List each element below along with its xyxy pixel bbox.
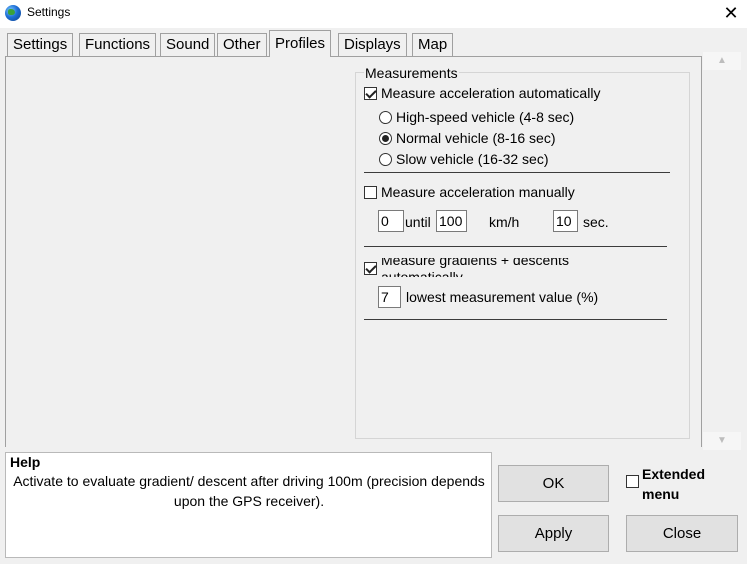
measurements-group: [355, 72, 690, 439]
gradients-label-line1: Measure gradients + descents: [381, 258, 569, 268]
extended-menu-label[interactable]: Extended menu: [642, 464, 722, 504]
close-icon[interactable]: ✕: [718, 2, 744, 24]
radio-slow[interactable]: [379, 153, 392, 166]
window-title: Settings: [27, 5, 71, 19]
gradients-checkbox[interactable]: [364, 262, 377, 275]
gradients-label-line2: automatically: [381, 269, 463, 277]
measurements-group-title: Measurements: [364, 65, 459, 81]
scroll-up-icon[interactable]: ▲: [703, 52, 741, 70]
manual-accel-label[interactable]: Measure acceleration manually: [381, 184, 575, 200]
tab-profiles[interactable]: Profiles: [269, 30, 332, 57]
help-text: Activate to evaluate gradient/ descent a…: [13, 473, 485, 509]
radio-slow-label[interactable]: Slow vehicle (16-32 sec): [396, 151, 549, 167]
apply-button[interactable]: Apply: [498, 515, 609, 552]
auto-accel-checkbox[interactable]: [364, 87, 377, 100]
manual-accel-checkbox[interactable]: [364, 186, 377, 199]
radio-high-speed-label[interactable]: High-speed vehicle (4-8 sec): [396, 109, 574, 125]
sec-label: sec.: [583, 214, 609, 230]
vertical-scrollbar[interactable]: [703, 52, 741, 450]
ok-button[interactable]: OK: [498, 465, 609, 502]
tab-settings[interactable]: Settings: [7, 33, 74, 56]
radio-normal[interactable]: [379, 132, 392, 145]
help-title: Help: [10, 454, 41, 470]
separator: [364, 319, 667, 320]
speed-from-input[interactable]: 0: [378, 210, 404, 232]
lowest-value-label: lowest measurement value (%): [406, 289, 599, 305]
separator: [364, 172, 670, 173]
tab-functions[interactable]: Functions: [79, 33, 157, 56]
scroll-down-icon[interactable]: ▼: [703, 432, 741, 450]
separator: [364, 246, 667, 247]
until-label: until: [405, 214, 431, 230]
radio-normal-label[interactable]: Normal vehicle (8-16 sec): [396, 130, 556, 146]
close-button[interactable]: Close: [626, 515, 738, 552]
tab-displays[interactable]: Displays: [338, 33, 407, 56]
kmh-label: km/h: [489, 214, 520, 230]
tab-map[interactable]: Map: [412, 33, 454, 56]
auto-accel-label[interactable]: Measure acceleration automatically: [381, 85, 600, 101]
speed-to-input[interactable]: 100: [436, 210, 467, 232]
tab-other[interactable]: Other: [217, 33, 267, 56]
seconds-input[interactable]: 10: [553, 210, 578, 232]
title-bar: [0, 0, 747, 28]
tab-sound[interactable]: Sound: [160, 33, 216, 56]
globe-icon: [5, 5, 21, 21]
extended-menu-checkbox[interactable]: [626, 475, 639, 488]
radio-high-speed[interactable]: [379, 111, 392, 124]
gradients-label-clip: Measure gradients + descents automatical…: [381, 258, 621, 277]
lowest-value-input[interactable]: 7: [378, 286, 401, 308]
gradients-label[interactable]: Measure gradients + descents automatical…: [381, 258, 569, 277]
